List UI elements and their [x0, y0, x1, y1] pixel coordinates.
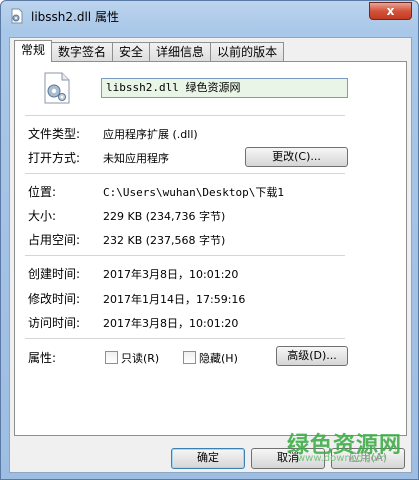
accessed-value: 2017年3月8日，10:01:20	[103, 317, 239, 330]
separator	[25, 173, 345, 174]
ok-button[interactable]: 确定	[171, 448, 245, 469]
file-type-label: 文件类型:	[28, 127, 81, 141]
title-bar[interactable]: libssh2.dll 属性 x	[1, 1, 418, 31]
readonly-label[interactable]: 只读(R)	[121, 350, 159, 366]
dll-file-icon	[44, 72, 70, 104]
dll-file-icon	[11, 8, 23, 24]
watermark-url: www.downcc.com	[297, 453, 387, 464]
properties-window: libssh2.dll 属性 x 常规 数字签名 安全 详细信息 以前的版本 l…	[0, 0, 419, 480]
file-name-field[interactable]: libssh2.dll 绿色资源网	[101, 78, 348, 98]
tab-details[interactable]: 详细信息	[149, 42, 212, 62]
open-with-value: 未知应用程序	[103, 152, 169, 165]
attributes-label: 属性:	[28, 351, 57, 365]
created-value: 2017年3月8日，10:01:20	[103, 268, 239, 281]
separator	[25, 338, 345, 339]
size-value: 229 KB (234,736 字节)	[103, 210, 226, 223]
modified-value: 2017年1月14日，17:59:16	[103, 293, 246, 306]
disk-size-value: 232 KB (237,568 字节)	[103, 234, 226, 247]
tab-general[interactable]: 常规	[14, 40, 53, 62]
tab-digital-signatures[interactable]: 数字签名	[51, 42, 114, 62]
dialog-client-area: 常规 数字签名 安全 详细信息 以前的版本 libssh2.dll 绿色资源网 …	[9, 37, 412, 473]
disk-size-label: 占用空间:	[28, 233, 81, 247]
hidden-checkbox[interactable]	[183, 351, 196, 364]
separator	[25, 115, 345, 116]
change-button[interactable]: 更改(C)...	[245, 147, 348, 167]
tab-strip: 常规 数字签名 安全 详细信息 以前的版本	[14, 40, 285, 62]
size-label: 大小:	[28, 209, 57, 223]
hidden-label[interactable]: 隐藏(H)	[199, 350, 238, 366]
window-title: libssh2.dll 属性	[31, 10, 119, 24]
readonly-checkbox[interactable]	[105, 351, 118, 364]
tab-security[interactable]: 安全	[112, 42, 151, 62]
modified-label: 修改时间:	[28, 292, 81, 306]
close-icon: x	[386, 4, 395, 18]
file-type-value: 应用程序扩展 (.dll)	[103, 128, 198, 141]
location-label: 位置:	[28, 185, 57, 199]
tab-previous-versions[interactable]: 以前的版本	[210, 42, 285, 62]
open-with-label: 打开方式:	[28, 151, 81, 165]
advanced-button[interactable]: 高级(D)...	[276, 346, 348, 366]
general-tab-panel: libssh2.dll 绿色资源网 文件类型: 应用程序扩展 (.dll) 打开…	[14, 61, 407, 436]
location-value: C:\Users\wuhan\Desktop\下载1	[103, 186, 284, 199]
separator	[25, 255, 345, 256]
close-button[interactable]: x	[369, 2, 412, 20]
accessed-label: 访问时间:	[28, 316, 81, 330]
created-label: 创建时间:	[28, 267, 81, 281]
